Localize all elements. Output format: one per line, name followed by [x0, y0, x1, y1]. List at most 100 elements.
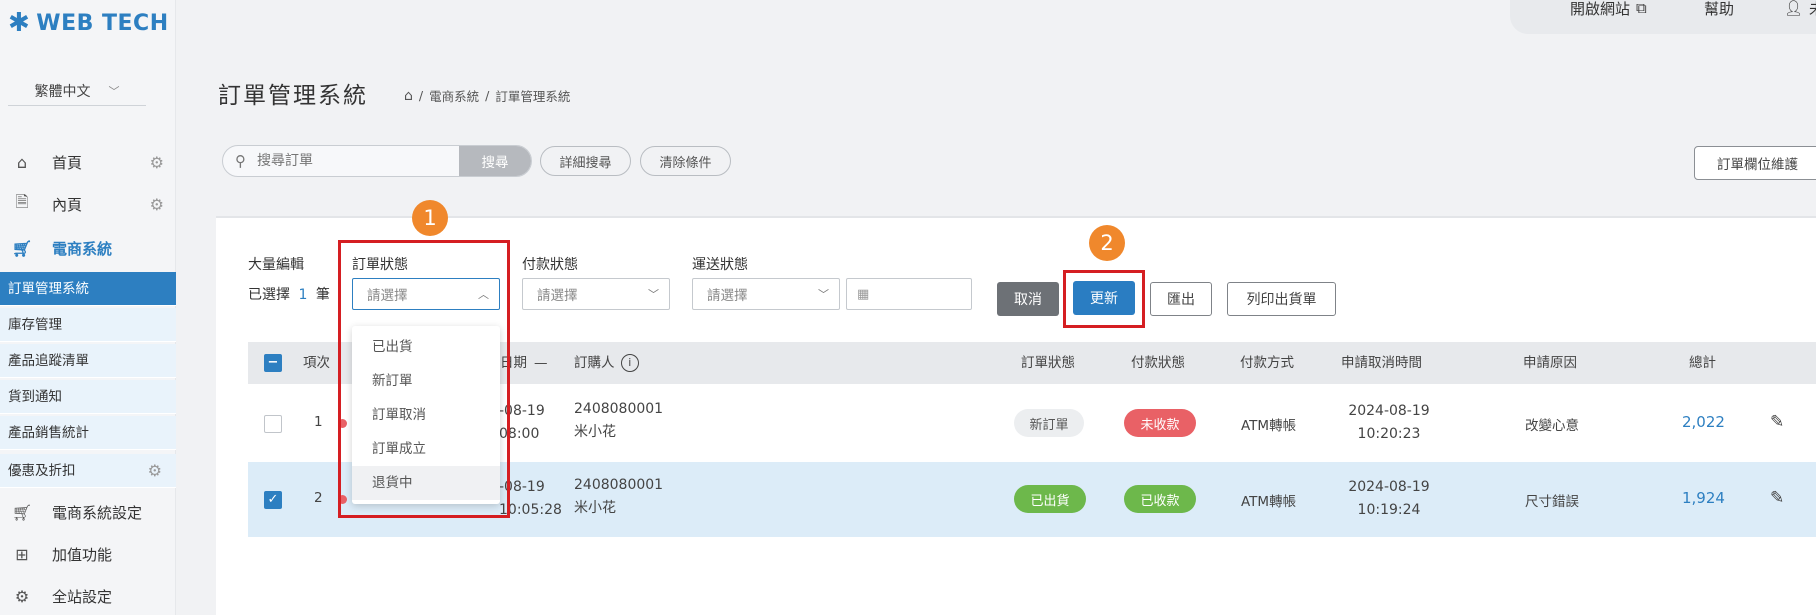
calendar-icon: ▦	[857, 286, 870, 302]
export-button[interactable]: 匯出	[1150, 282, 1212, 316]
order-status-badge: 已出貨	[1014, 485, 1086, 513]
sidebar-subitem-arrival-notice[interactable]: 貨到通知	[0, 380, 176, 414]
search-bar: ⚲ 搜尋	[222, 145, 532, 177]
gear-icon[interactable]: ⚙	[150, 153, 164, 172]
buyer-name: 米小花	[574, 500, 616, 516]
annotation-box-update	[1063, 270, 1145, 328]
language-select[interactable]: 繁體中文 ﹀	[8, 76, 146, 106]
gear-icon[interactable]: ⚙	[150, 195, 164, 214]
sidebar-subitem-inventory[interactable]: 庫存管理	[0, 308, 176, 342]
sidebar-item-label: 電商系統設定	[52, 503, 143, 522]
advanced-search-button[interactable]: 詳細搜尋	[540, 146, 631, 176]
payment-method: ATM轉帳	[1241, 418, 1297, 434]
order-number[interactable]: 2408080001	[574, 474, 663, 497]
annotation-marker-2: 2	[1089, 225, 1125, 261]
cancel-button[interactable]: 取消	[997, 282, 1059, 316]
sort-icon[interactable]: —	[534, 342, 548, 384]
asterisk-logo-icon: ✱	[8, 8, 31, 38]
sidebar-subitem-order-management[interactable]: 訂單管理系統	[0, 272, 176, 306]
selected-count: 已選擇 1 筆	[248, 287, 330, 303]
order-total[interactable]: 2,022	[1682, 413, 1725, 431]
sidebar-item-ecommerce[interactable]: 🛒︎ 電商系統	[0, 228, 176, 268]
help-link[interactable]: 幫助	[1704, 0, 1734, 18]
order-number[interactable]: 2408080001	[574, 398, 663, 421]
sidebar-subitem-discounts[interactable]: 優惠及折扣 ⚙	[0, 454, 176, 488]
col-reason: 申請原因	[1523, 355, 1577, 371]
buyer-name: 米小花	[574, 424, 616, 440]
top-header: 開啟網站 ⧉ 幫助 👤︎ 未	[1510, 0, 1816, 34]
pencil-icon[interactable]: ✎	[1770, 488, 1784, 508]
user-menu[interactable]: 👤︎ 未	[1784, 0, 1816, 18]
sidebar-item-label: 電商系統	[52, 239, 113, 258]
sidebar-item-home[interactable]: ⌂ 首頁 ⚙	[0, 142, 176, 182]
gear-icon: ⚙	[14, 586, 30, 606]
cancel-reason: 改變心意	[1525, 418, 1579, 434]
annotation-box-order-status	[338, 240, 510, 518]
clear-filters-button[interactable]: 清除條件	[640, 146, 731, 176]
search-icon: ⚲	[235, 152, 246, 170]
col-total: 總計	[1689, 355, 1716, 371]
print-shipping-button[interactable]: 列印出貨單	[1227, 282, 1336, 316]
search-input[interactable]	[251, 146, 459, 176]
order-status-badge: 新訂單	[1014, 409, 1084, 437]
page-title: 訂單管理系統	[218, 83, 368, 109]
cart-icon: 🛒︎	[11, 502, 33, 522]
chevron-down-icon: ﹀	[108, 84, 120, 98]
payment-status-badge: 未收款	[1124, 409, 1196, 437]
sidebar-subitem-product-tracking[interactable]: 產品追蹤清單	[0, 344, 176, 378]
chevron-down-icon: ﹀	[648, 288, 659, 301]
gift-icon: ⊞	[15, 544, 29, 564]
cancel-reason: 尺寸錯誤	[1525, 494, 1579, 510]
pencil-icon[interactable]: ✎	[1770, 412, 1784, 432]
open-site-link[interactable]: 開啟網站 ⧉	[1570, 0, 1647, 18]
breadcrumb-current: 訂單管理系統	[495, 89, 571, 104]
sidebar-item-label: 首頁	[52, 153, 83, 172]
payment-status-select[interactable]: 請選擇 ﹀	[522, 278, 670, 310]
search-button[interactable]: 搜尋	[459, 146, 531, 176]
order-field-maintenance-button[interactable]: 訂單欄位維護	[1694, 146, 1816, 180]
chevron-down-icon: ﹀	[818, 288, 829, 301]
sidebar-item-label: 全站設定	[52, 587, 113, 606]
home-icon[interactable]: ⌂	[404, 88, 413, 104]
shipping-status-label: 運送狀態	[692, 257, 748, 273]
breadcrumb-link[interactable]: 電商系統	[429, 86, 479, 105]
select-all-checkbox[interactable]: −	[264, 354, 282, 372]
logo-text: WEB TECH	[36, 10, 169, 36]
col-cancel-time: 申請取消時間	[1341, 355, 1422, 371]
col-payment-method: 付款方式	[1240, 355, 1294, 371]
col-payment-status: 付款狀態	[1131, 355, 1185, 371]
col-order-status: 訂單狀態	[1021, 355, 1075, 371]
sidebar: ✱ WEB TECH 繁體中文 ﹀ ⌂ 首頁 ⚙ 🗎 內頁 ⚙ 🛒︎ 電商系統 …	[0, 0, 176, 615]
breadcrumb: ⌂ / 電商系統 / 訂單管理系統	[404, 86, 571, 105]
sidebar-item-label: 加值功能	[52, 545, 113, 564]
sidebar-item-addons[interactable]: ⊞ 加值功能	[0, 534, 176, 574]
order-total[interactable]: 1,924	[1682, 489, 1725, 507]
col-buyer: 訂購人 i	[574, 342, 639, 384]
payment-status-badge: 已收款	[1124, 485, 1196, 513]
sidebar-item-inner-page[interactable]: 🗎 內頁 ⚙	[0, 184, 176, 224]
logo[interactable]: ✱ WEB TECH	[8, 10, 169, 36]
external-link-icon: ⧉	[1636, 0, 1647, 17]
sidebar-item-ecommerce-settings[interactable]: 🛒︎ 電商系統設定	[0, 492, 176, 532]
col-index: 項次	[303, 355, 330, 371]
sidebar-subitem-sales-stats[interactable]: 產品銷售統計	[0, 416, 176, 450]
payment-status-label: 付款狀態	[522, 257, 578, 273]
info-icon[interactable]: i	[620, 354, 639, 372]
cancel-request-time: 2024-08-19 10:20:23	[1348, 403, 1430, 442]
language-label: 繁體中文	[34, 83, 91, 100]
annotation-marker-1: 1	[412, 200, 448, 236]
buyer-cell[interactable]: 2408080001 米小花	[574, 398, 663, 444]
user-icon: 👤︎	[1784, 0, 1804, 17]
document-icon: 🗎	[15, 191, 29, 211]
bulk-edit-title: 大量編輯	[248, 257, 304, 273]
row-checkbox[interactable]	[264, 415, 282, 433]
gear-icon[interactable]: ⚙	[148, 454, 162, 488]
home-icon: ⌂	[16, 152, 28, 172]
row-checkbox[interactable]: ✓	[264, 491, 282, 509]
shipping-status-select[interactable]: 請選擇 ﹀	[692, 278, 840, 310]
date-input[interactable]: ▦	[846, 278, 972, 310]
sidebar-item-site-settings[interactable]: ⚙ 全站設定	[0, 576, 176, 615]
buyer-cell[interactable]: 2408080001 米小花	[574, 474, 663, 520]
sidebar-item-label: 內頁	[52, 195, 83, 214]
row-index: 2	[314, 490, 323, 506]
